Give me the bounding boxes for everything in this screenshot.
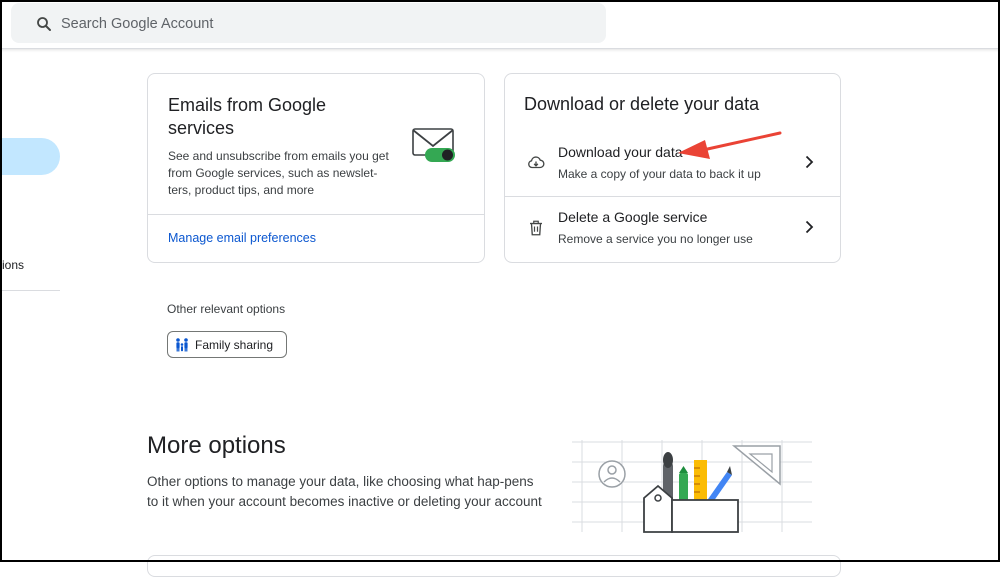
download-your-data-row[interactable]: Download your data Make a copy of your d…	[505, 132, 840, 196]
manage-email-preferences-link[interactable]: Manage email preferences	[168, 231, 316, 245]
envelope-toggle-icon	[412, 128, 455, 162]
chevron-right-icon	[805, 220, 814, 234]
trash-icon	[530, 220, 542, 236]
more-options-description: Other options to manage your data, like …	[147, 474, 542, 509]
annotation-arrow-icon	[678, 131, 782, 159]
family-sharing-chip[interactable]: Family sharing	[167, 331, 287, 358]
search-icon[interactable]	[35, 15, 53, 33]
search-box[interactable]	[11, 3, 606, 43]
sidebar-item-label[interactable]: ions	[2, 258, 24, 272]
sidebar-active-item[interactable]	[0, 138, 60, 175]
search-input[interactable]	[59, 7, 593, 41]
toolbox-illustration-icon	[572, 440, 812, 533]
bottom-card	[147, 555, 841, 577]
sidebar-divider	[0, 290, 60, 291]
emails-card-title: Emails from Google services	[168, 95, 327, 138]
family-sharing-label: Family sharing	[195, 338, 274, 352]
download-your-data-subtitle: Make a copy of your data to back it up	[558, 167, 761, 181]
emails-card: Emails from Google services See and unsu…	[147, 73, 485, 263]
top-header	[0, 0, 1000, 49]
more-options-heading: More options	[147, 432, 286, 459]
family-icon	[176, 338, 188, 352]
delete-google-service-row[interactable]: Delete a Google service Remove a service…	[505, 197, 840, 261]
delete-google-service-subtitle: Remove a service you no longer use	[558, 232, 753, 246]
download-delete-card: Download or delete your data Download yo…	[504, 73, 841, 263]
chevron-right-icon	[805, 155, 814, 169]
cloud-download-icon	[528, 156, 545, 169]
download-your-data-title: Download your data	[558, 144, 683, 160]
delete-google-service-title: Delete a Google service	[558, 209, 708, 225]
emails-card-description: See and unsubscribe from emails you get …	[168, 149, 389, 197]
card-divider	[148, 214, 484, 215]
other-options-label: Other relevant options	[167, 302, 286, 316]
download-card-title: Download or delete your data	[524, 94, 760, 114]
